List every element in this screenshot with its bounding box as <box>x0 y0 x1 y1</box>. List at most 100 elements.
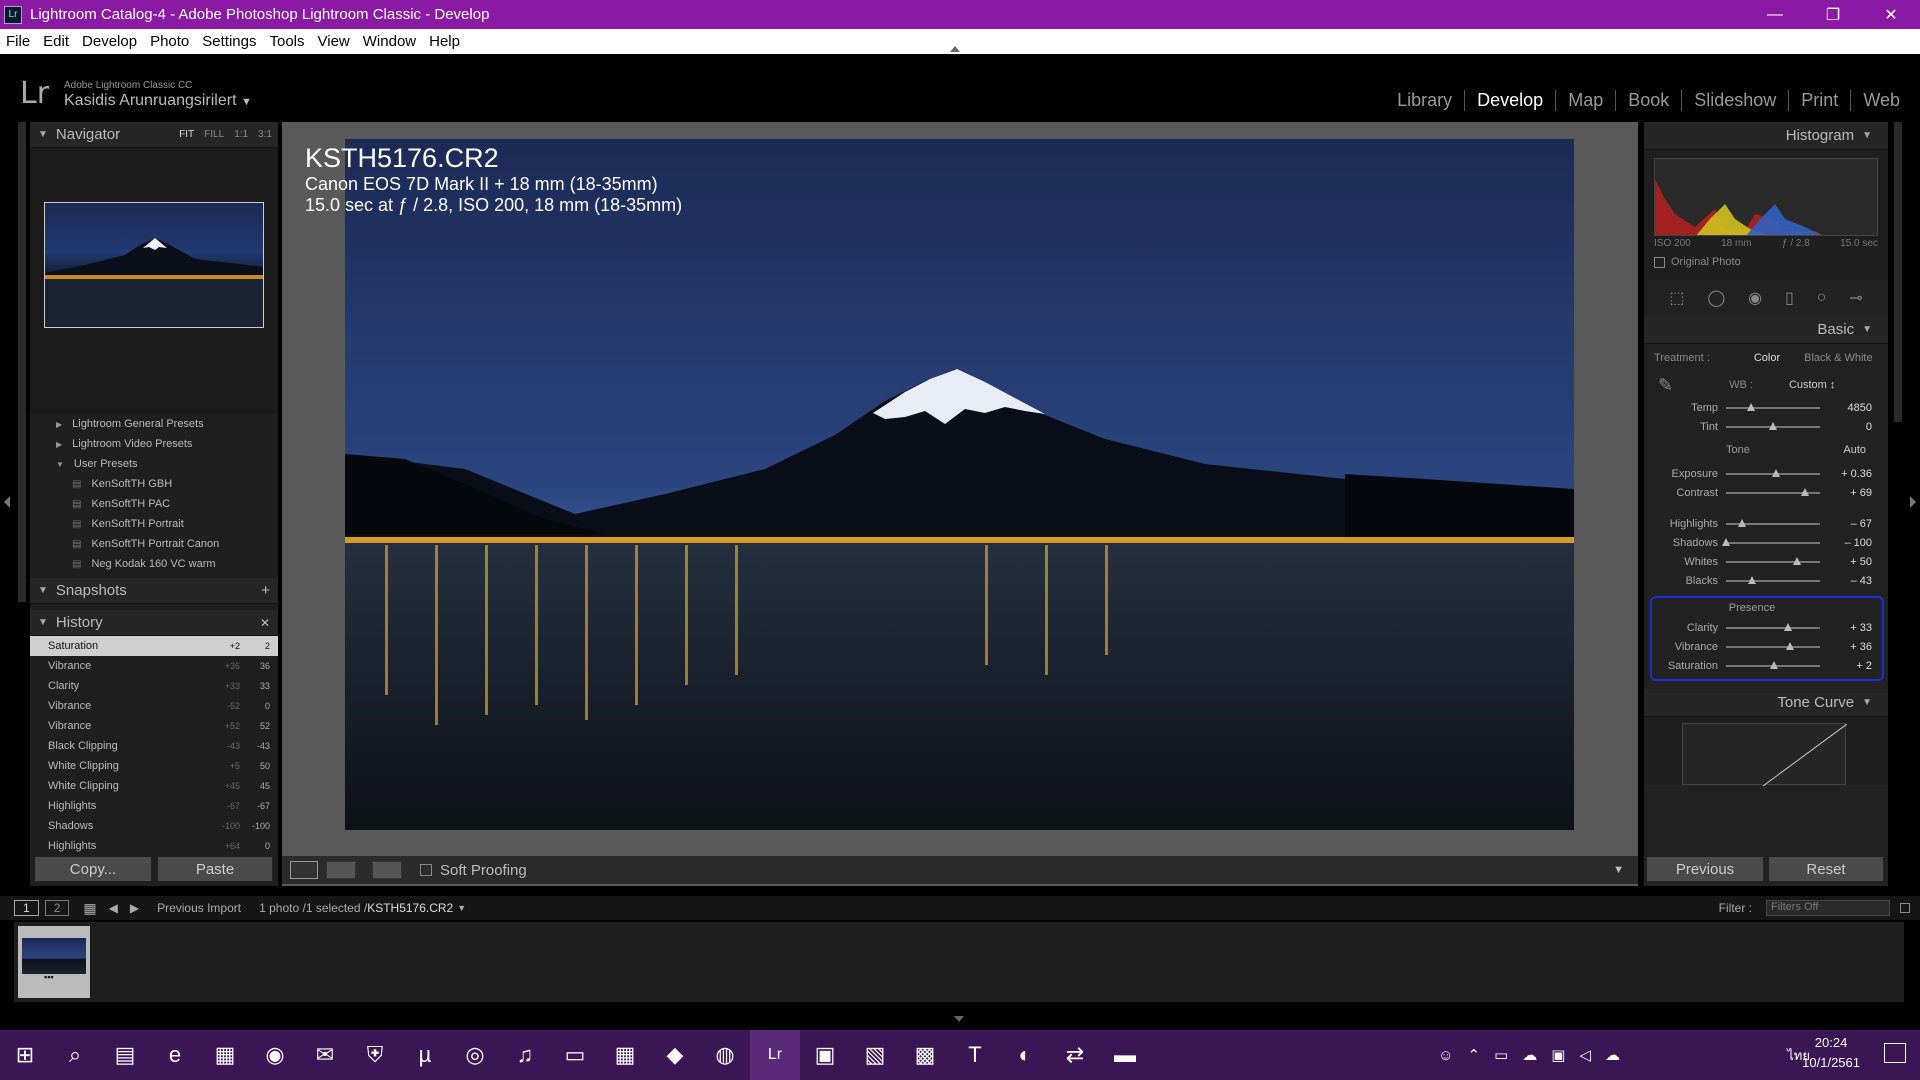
slider-thumb[interactable] <box>1769 660 1778 669</box>
slider-value[interactable]: + 0.36 <box>1820 468 1872 480</box>
yy-view-icon[interactable] <box>372 861 402 879</box>
preset-item[interactable]: ▤ Neg Kodak 160 VC warm <box>30 554 278 574</box>
histogram-header[interactable]: Histogram ▼ <box>1644 122 1888 150</box>
slider-thumb[interactable] <box>1800 487 1809 496</box>
filmstrip-source[interactable]: Previous Import <box>157 901 241 915</box>
history-item[interactable]: White Clipping +5 50 <box>30 756 278 776</box>
menu-develop[interactable]: Develop <box>82 33 137 50</box>
navigator-preview[interactable] <box>30 148 278 408</box>
history-item[interactable]: Shadows -100 -100 <box>30 816 278 836</box>
loupe-view-icon[interactable] <box>290 861 318 879</box>
zoom-option[interactable]: FIT <box>179 129 194 140</box>
slider-value[interactable]: + 36 <box>1820 641 1872 653</box>
cloud-icon[interactable]: ☁ <box>1605 1046 1620 1064</box>
chevron-down-icon[interactable]: ▼ <box>457 903 466 913</box>
menu-file[interactable]: File <box>6 33 30 50</box>
slider-thumb[interactable] <box>1769 421 1777 430</box>
before-after-view-icon[interactable] <box>326 861 356 879</box>
preset-item[interactable]: ▤ KenSoftTH Portrait Canon <box>30 534 278 554</box>
teamviewer-icon[interactable]: ⇄ <box>1050 1030 1100 1080</box>
module-develop[interactable]: Develop <box>1465 90 1557 111</box>
steam-icon[interactable]: ◎ <box>450 1030 500 1080</box>
tone-curve-graph[interactable] <box>1644 717 1888 787</box>
slider-track[interactable] <box>1726 487 1820 496</box>
filmstrip-thumbnail[interactable]: ▪▪▪ <box>18 926 90 998</box>
onedrive-icon[interactable]: ☁ <box>1522 1046 1537 1064</box>
people-icon[interactable]: ☺ <box>1438 1047 1453 1064</box>
paste-button[interactable]: Paste <box>157 856 273 882</box>
slider-thumb[interactable] <box>1748 575 1757 584</box>
file-explorer-icon[interactable]: ▤ <box>100 1030 150 1080</box>
graduated-filter-icon[interactable]: ▯ <box>1785 288 1794 308</box>
app-window-icon[interactable]: ▭ <box>550 1030 600 1080</box>
history-item[interactable]: Vibrance +52 52 <box>30 716 278 736</box>
second-window-button[interactable]: 2 <box>44 900 70 916</box>
history-item[interactable]: Vibrance -52 0 <box>30 696 278 716</box>
photos-app-icon[interactable]: ◆ <box>650 1030 700 1080</box>
treatment-bw[interactable]: Black & White <box>1804 352 1872 364</box>
menu-settings[interactable]: Settings <box>202 33 256 50</box>
photo-image[interactable] <box>345 139 1574 830</box>
original-photo-checkbox[interactable] <box>1654 256 1665 268</box>
top-panel-toggle-icon[interactable] <box>950 46 960 52</box>
main-window-button[interactable]: 1 <box>14 900 39 916</box>
zoom-option[interactable]: 3:1 <box>258 129 272 140</box>
zoom-option[interactable]: FILL <box>204 129 224 140</box>
edge-icon[interactable]: e <box>150 1030 200 1080</box>
photo-viewer-icon[interactable]: ▧ <box>850 1030 900 1080</box>
clock[interactable]: 20:24 10/1/2561 <box>1802 1033 1860 1073</box>
zoom-option[interactable]: 1:1 <box>234 129 248 140</box>
slider-track[interactable] <box>1726 660 1820 669</box>
slider-value[interactable]: + 50 <box>1820 556 1872 568</box>
left-panel-toggle-icon[interactable] <box>4 496 10 508</box>
chevron-up-icon[interactable]: ⌃ <box>1468 1046 1481 1064</box>
calculator-icon[interactable]: ▦ <box>600 1030 650 1080</box>
menu-help[interactable]: Help <box>429 33 460 50</box>
history-item[interactable]: Saturation +2 2 <box>30 636 278 656</box>
slider-value[interactable]: – 43 <box>1820 575 1872 587</box>
radial-filter-icon[interactable]: ○ <box>1817 289 1827 307</box>
utorrent-icon[interactable]: µ <box>400 1030 450 1080</box>
slider-track[interactable] <box>1726 622 1820 631</box>
menu-window[interactable]: Window <box>363 33 416 50</box>
preset-item[interactable]: ▤ KenSoftTH GBH <box>30 474 278 494</box>
slider-value[interactable]: + 33 <box>1820 622 1872 634</box>
premiere-app-icon[interactable]: ▣ <box>800 1030 850 1080</box>
line-icon[interactable]: ◐ <box>1000 1030 1050 1080</box>
defender-icon[interactable]: ⛨ <box>350 1030 400 1080</box>
menu-view[interactable]: View <box>318 33 350 50</box>
slider-thumb[interactable] <box>1784 622 1793 631</box>
navigator-header[interactable]: ▼ Navigator FIT FILL 1:1 3:1 <box>30 122 278 148</box>
filter-lock-icon[interactable] <box>1900 903 1910 913</box>
toolbar-menu-icon[interactable]: ▼ <box>1613 864 1624 876</box>
snapshots-header[interactable]: ▼ Snapshots + <box>30 578 278 604</box>
slider-value[interactable]: 4850 <box>1820 402 1872 414</box>
right-panel-toggle-icon[interactable] <box>1910 496 1916 508</box>
crop-icon[interactable]: ⬚ <box>1669 288 1684 308</box>
bottom-panel-toggle-icon[interactable] <box>954 1016 964 1022</box>
right-scrollbar[interactable] <box>1894 122 1902 422</box>
notification-icon[interactable] <box>1884 1043 1906 1063</box>
wb-select[interactable]: Custom ↕ <box>1789 379 1835 391</box>
slider-thumb[interactable] <box>1785 641 1794 650</box>
slider-value[interactable]: – 67 <box>1820 518 1872 530</box>
terminal-icon[interactable]: ▬ <box>1100 1030 1150 1080</box>
preset-item[interactable]: ▶ Lightroom Video Presets <box>30 434 278 454</box>
module-library[interactable]: Library <box>1385 90 1466 111</box>
history-item[interactable]: White Clipping +45 45 <box>30 776 278 796</box>
menu-photo[interactable]: Photo <box>150 33 189 50</box>
slider-track[interactable] <box>1726 641 1820 650</box>
slider-thumb[interactable] <box>1737 518 1746 527</box>
preset-item[interactable]: ▤ KenSoftTH Portrait <box>30 514 278 534</box>
module-book[interactable]: Book <box>1616 90 1683 111</box>
windows-start-icon[interactable]: ⊞ <box>0 1030 50 1080</box>
search-icon[interactable]: ⌕ <box>50 1030 100 1080</box>
filter-select[interactable]: Filters Off <box>1766 900 1890 916</box>
slider-value[interactable]: – 100 <box>1820 537 1872 549</box>
lightroom-icon[interactable]: Lr <box>750 1030 800 1080</box>
mail-icon[interactable]: ✉ <box>300 1030 350 1080</box>
history-item[interactable]: Highlights -67 -67 <box>30 796 278 816</box>
history-header[interactable]: ▼ History ✕ <box>30 610 278 636</box>
tone-curve-header[interactable]: Tone Curve ▼ <box>1644 689 1888 717</box>
forward-arrow-icon[interactable]: ▶ <box>130 901 139 915</box>
